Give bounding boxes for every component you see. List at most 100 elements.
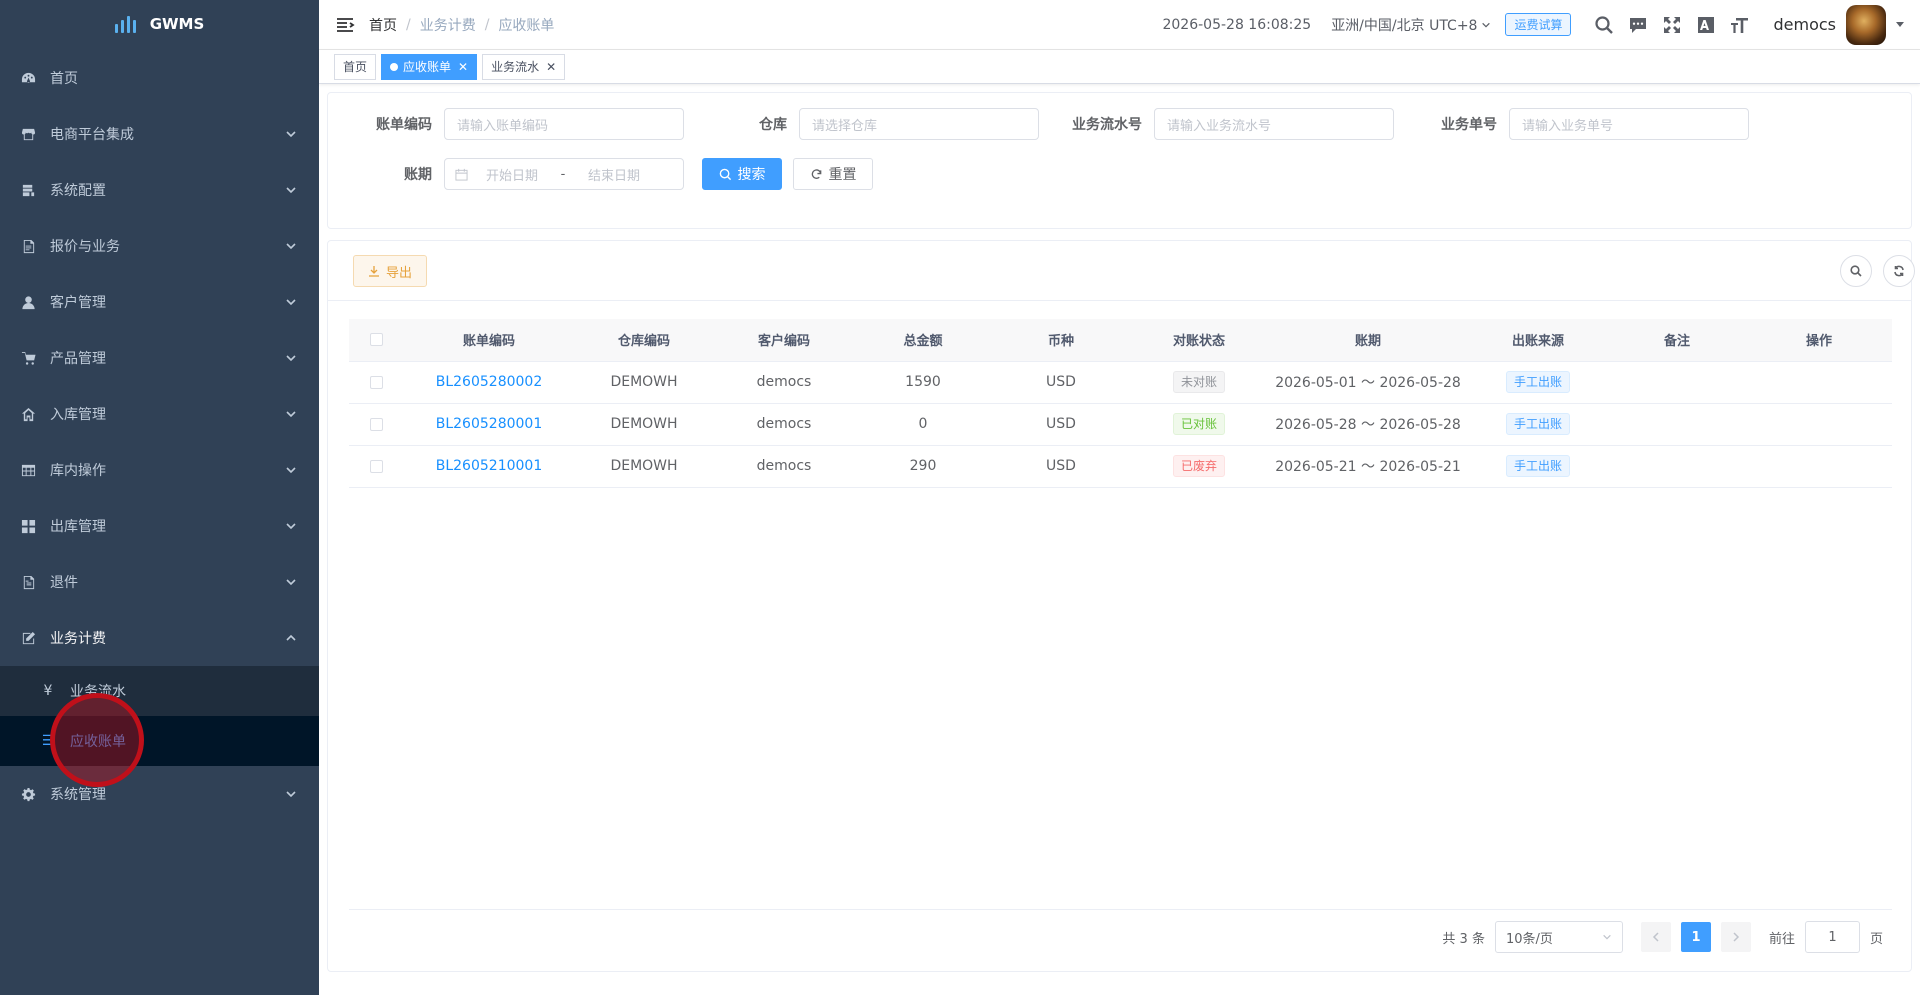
logo[interactable]: GWMS bbox=[0, 0, 319, 48]
close-icon[interactable]: ✕ bbox=[458, 55, 468, 79]
sidebar-item-system-config[interactable]: 系统配置 bbox=[0, 162, 319, 218]
avatar[interactable] bbox=[1846, 4, 1886, 45]
timezone-select[interactable]: 亚洲/中国/北京 UTC+8 bbox=[1331, 15, 1491, 35]
remark-cell bbox=[1608, 403, 1746, 446]
select-all-checkbox[interactable] bbox=[370, 333, 383, 347]
goto-page-input[interactable]: 1 bbox=[1804, 921, 1860, 953]
logo-icon bbox=[114, 15, 136, 33]
bill-code-link[interactable]: BL2605210001 bbox=[436, 458, 542, 474]
page-size-select[interactable]: 10条/页 bbox=[1494, 921, 1623, 953]
caret-down-icon[interactable] bbox=[1896, 22, 1904, 27]
bill-table: 账单编码 仓库编码 客户编码 总金额 币种 对账状态 账期 出账来源 备注 操作… bbox=[349, 319, 1892, 488]
bill-code-cell: BL2605280002 bbox=[404, 361, 574, 404]
tag-receivable-bill[interactable]: 应收账单 ✕ bbox=[381, 53, 478, 80]
sidebar-item-inbound[interactable]: 入库管理 bbox=[0, 386, 319, 442]
sidebar-item-label: 入库管理 bbox=[50, 407, 106, 423]
chevron-down-icon bbox=[285, 520, 297, 532]
font-size-icon[interactable] bbox=[1729, 14, 1751, 36]
period-cell: 2026-05-01 ～ 2026-05-28 bbox=[1268, 361, 1468, 404]
bill-code-input[interactable]: 请输入账单编码 bbox=[444, 108, 684, 140]
form-label: 仓库 bbox=[759, 117, 787, 133]
freight-calc-button[interactable]: 运费试算 bbox=[1505, 13, 1572, 36]
sidebar-item-billing[interactable]: 业务计费 bbox=[0, 610, 319, 666]
sidebar-item-receivable-bill[interactable]: ☰ 应收账单 bbox=[0, 716, 319, 766]
user-icon bbox=[20, 294, 36, 310]
chevron-down-icon bbox=[1603, 934, 1611, 940]
datetime-display: 2026-05-28 16:08:25 bbox=[1162, 16, 1312, 33]
source-badge: 手工出账 bbox=[1505, 413, 1570, 435]
status-badge: 已废弃 bbox=[1172, 455, 1225, 477]
hamburger-icon[interactable] bbox=[335, 15, 355, 35]
sidebar-item-customer[interactable]: 客户管理 bbox=[0, 274, 319, 330]
header-cell: 仓库编码 bbox=[574, 319, 714, 362]
chevron-down-icon bbox=[285, 128, 297, 140]
reset-button[interactable]: 重置 bbox=[793, 158, 873, 190]
close-icon[interactable]: ✕ bbox=[546, 55, 556, 79]
chevron-left-icon bbox=[1652, 932, 1659, 942]
sidebar-item-label: 首页 bbox=[50, 71, 78, 87]
chevron-down-icon bbox=[285, 240, 297, 252]
chevron-down-icon bbox=[285, 408, 297, 420]
search-icon[interactable] bbox=[1593, 14, 1615, 36]
language-icon[interactable] bbox=[1695, 14, 1717, 36]
form-label: 账单编码 bbox=[376, 117, 432, 133]
quote-icon bbox=[20, 238, 36, 254]
sidebar-item-home[interactable]: 首页 bbox=[0, 50, 319, 106]
export-button[interactable]: 导出 bbox=[353, 255, 428, 287]
message-icon[interactable] bbox=[1627, 14, 1649, 36]
period-date-range[interactable]: 开始日期 - 结束日期 bbox=[444, 158, 684, 190]
biz-no-input[interactable]: 请输入业务单号 bbox=[1509, 108, 1749, 140]
username[interactable]: democs bbox=[1773, 15, 1836, 34]
row-checkbox[interactable] bbox=[370, 375, 383, 389]
end-date-input[interactable]: 结束日期 bbox=[570, 165, 658, 184]
sidebar-item-quote[interactable]: 报价与业务 bbox=[0, 218, 319, 274]
source-cell: 手工出账 bbox=[1468, 445, 1608, 488]
flow-no-input[interactable]: 请输入业务流水号 bbox=[1154, 108, 1394, 140]
search-form-card: 账单编码 请输入账单编码 仓库 请选择仓库 业务流水号 请输入业务流水号 业务单… bbox=[327, 92, 1912, 229]
form-item-warehouse: 仓库 请选择仓库 bbox=[703, 108, 1039, 140]
tag-home[interactable]: 首页 bbox=[334, 53, 377, 80]
warehouse-select[interactable]: 请选择仓库 bbox=[799, 108, 1039, 140]
sidebar-item-outbound[interactable]: 出库管理 bbox=[0, 498, 319, 554]
refresh-table-button[interactable] bbox=[1883, 255, 1915, 287]
operation-cell bbox=[1746, 445, 1892, 488]
sidebar-item-ecommerce[interactable]: 电商平台集成 bbox=[0, 106, 319, 162]
bill-code-link[interactable]: BL2605280001 bbox=[436, 416, 542, 432]
chevron-right-icon bbox=[1733, 932, 1740, 942]
toggle-search-button[interactable] bbox=[1840, 255, 1872, 287]
sidebar-item-label: 电商平台集成 bbox=[50, 127, 134, 143]
prev-page-button[interactable] bbox=[1640, 922, 1671, 952]
form-label: 业务流水号 bbox=[1072, 117, 1142, 133]
tag-business-flow[interactable]: 业务流水 ✕ bbox=[482, 53, 566, 80]
breadcrumb-billing[interactable]: 业务计费 bbox=[420, 15, 476, 35]
refresh-icon bbox=[1894, 265, 1904, 277]
sidebar-item-business-flow[interactable]: ¥ 业务流水 bbox=[0, 666, 319, 716]
sidebar-item-product[interactable]: 产品管理 bbox=[0, 330, 319, 386]
search-button[interactable]: 搜索 bbox=[702, 158, 782, 190]
timezone-label: 亚洲/中国/北京 UTC+8 bbox=[1331, 17, 1478, 34]
sidebar-item-label: 产品管理 bbox=[50, 351, 106, 367]
chevron-down-icon bbox=[285, 464, 297, 476]
sidebar-item-system-manage[interactable]: 系统管理 bbox=[0, 766, 319, 822]
fullscreen-icon[interactable] bbox=[1661, 14, 1683, 36]
sidebar-item-in-warehouse[interactable]: 库内操作 bbox=[0, 442, 319, 498]
operation-cell bbox=[1746, 403, 1892, 446]
sidebar-item-returns[interactable]: 退件 bbox=[0, 554, 319, 610]
page-number-current[interactable]: 1 bbox=[1680, 922, 1711, 952]
remark-cell bbox=[1608, 445, 1746, 488]
start-date-input[interactable]: 开始日期 bbox=[468, 165, 556, 184]
sidebar-item-label: 业务计费 bbox=[50, 631, 106, 647]
row-checkbox[interactable] bbox=[370, 459, 383, 473]
bill-code-link[interactable]: BL2605280002 bbox=[436, 374, 542, 390]
header-cell: 对账状态 bbox=[1130, 319, 1268, 362]
sidebar-item-label: 退件 bbox=[50, 575, 78, 591]
breadcrumb-home[interactable]: 首页 bbox=[369, 15, 397, 35]
export-button-label: 导出 bbox=[386, 265, 413, 281]
next-page-button[interactable] bbox=[1720, 922, 1751, 952]
table-toolbar: 导出 bbox=[328, 241, 1915, 301]
home-icon bbox=[20, 406, 36, 422]
chevron-up-icon bbox=[285, 632, 297, 644]
pagination-total: 共 3 条 bbox=[1442, 931, 1485, 947]
header-select-all bbox=[349, 319, 404, 362]
row-checkbox[interactable] bbox=[370, 417, 383, 431]
